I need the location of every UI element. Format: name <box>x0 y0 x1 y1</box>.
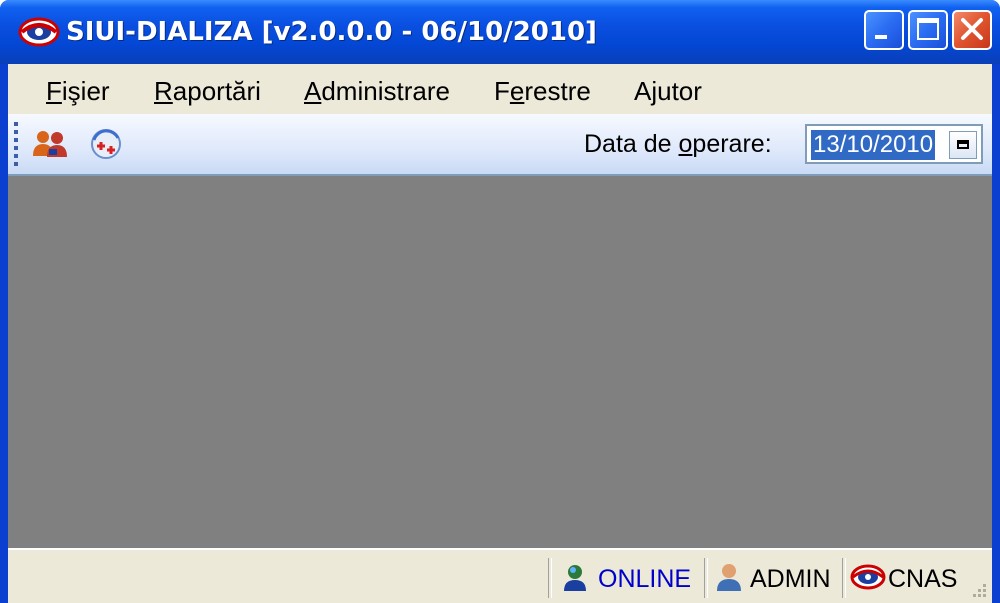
current-user: ADMIN <box>750 565 831 593</box>
close-button[interactable] <box>952 10 992 50</box>
maximize-button[interactable] <box>908 10 948 50</box>
eye-logo-icon <box>850 564 886 590</box>
user-icon <box>717 564 741 591</box>
resize-grip-icon[interactable] <box>968 581 988 601</box>
users-icon[interactable] <box>30 124 70 164</box>
menu-bar: Fişier Raportări Administrare Ferestre A… <box>8 64 992 114</box>
eye-logo-icon <box>18 17 60 47</box>
toolbar: Data de operare: 13/10/2010 <box>8 114 992 176</box>
globe-user-icon <box>564 565 586 591</box>
operating-date-field[interactable]: 13/10/2010 <box>805 124 983 164</box>
status-bar: ONLINE ADMIN CNAS <box>8 548 992 603</box>
close-icon <box>961 18 983 40</box>
calendar-icon <box>957 140 969 149</box>
application-window: SIUI-DIALIZA [v2.0.0.0 - 06/10/2010] Fiş… <box>0 0 1000 603</box>
menu-administrare[interactable]: Administrare <box>304 76 450 107</box>
minimize-button[interactable] <box>864 10 904 50</box>
connection-status: ONLINE <box>598 565 692 593</box>
status-divider <box>842 558 846 598</box>
toolbar-grip[interactable] <box>14 122 18 166</box>
organization-name: CNAS <box>888 565 958 593</box>
operating-date-value[interactable]: 13/10/2010 <box>811 130 936 160</box>
status-divider <box>704 558 708 598</box>
maximize-icon <box>917 18 939 40</box>
menu-fisier[interactable]: Fişier <box>46 76 110 107</box>
menu-ferestre[interactable]: Ferestre <box>494 76 591 107</box>
window-title: SIUI-DIALIZA [v2.0.0.0 - 06/10/2010] <box>66 17 597 47</box>
menu-ajutor[interactable]: Ajutor <box>634 76 702 107</box>
medical-refresh-icon[interactable] <box>86 124 126 164</box>
title-bar[interactable]: SIUI-DIALIZA [v2.0.0.0 - 06/10/2010] <box>0 0 1000 64</box>
date-picker-button[interactable] <box>949 131 977 159</box>
menu-raportari[interactable]: Raportări <box>154 76 261 107</box>
operating-date-label: Data de operare: <box>584 130 772 158</box>
mdi-workspace[interactable] <box>8 176 992 548</box>
status-divider <box>548 558 552 598</box>
minimize-icon <box>875 35 887 39</box>
